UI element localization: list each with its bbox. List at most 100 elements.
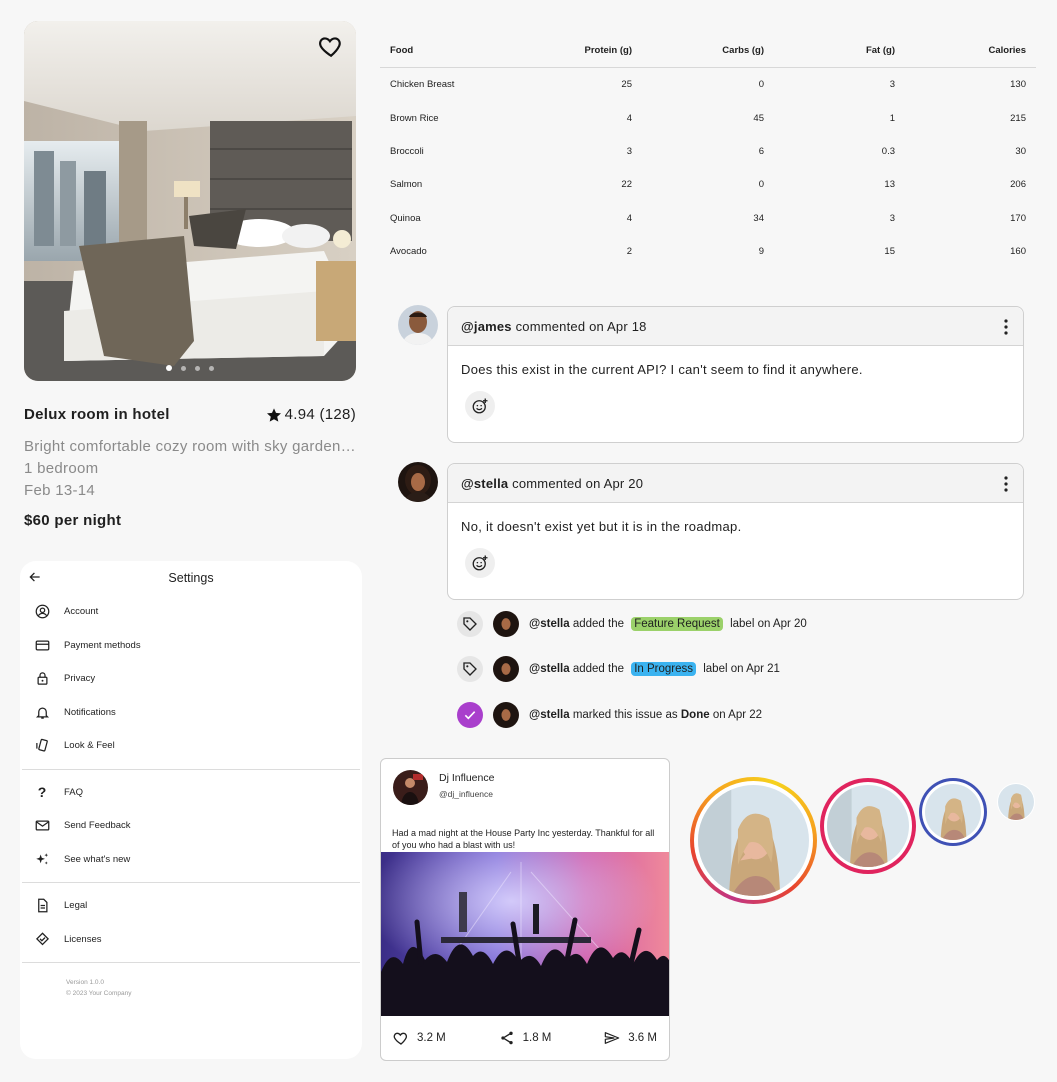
post-author-name[interactable]: Dj Influence xyxy=(439,772,494,784)
column-header[interactable]: Carbs (g) xyxy=(642,45,774,56)
settings-item-legal[interactable]: Legal xyxy=(20,889,362,923)
settings-item-notifications[interactable]: Notifications xyxy=(20,696,362,730)
timeline-event: @stella marked this issue as Done on Apr… xyxy=(457,702,762,728)
hotel-photo[interactable] xyxy=(24,21,356,381)
column-header[interactable]: Protein (g) xyxy=(518,45,642,56)
avatar[interactable] xyxy=(398,305,438,345)
settings-item-licenses[interactable]: Licenses xyxy=(20,923,362,957)
page-dot[interactable] xyxy=(195,365,200,371)
like-button[interactable]: 3.2 M xyxy=(393,1030,446,1046)
document-icon xyxy=(37,898,47,913)
comment-card: @james commented on Apr 18 Does this exi… xyxy=(447,306,1024,443)
add-reaction-button[interactable] xyxy=(465,548,495,578)
settings-item-feedback[interactable]: Send Feedback xyxy=(20,809,362,843)
settings-item-label: FAQ xyxy=(64,786,84,798)
settings-item-look-feel[interactable]: Look & Feel xyxy=(20,729,362,763)
story-avatar-small[interactable] xyxy=(919,778,987,846)
table-cell: 45 xyxy=(753,112,764,124)
table-cell: 3 xyxy=(889,79,895,91)
event-user[interactable]: @stella xyxy=(529,663,570,675)
phone-rotate-icon xyxy=(35,739,48,752)
table-cell: 0 xyxy=(758,79,764,91)
label-chip[interactable]: Feature Request xyxy=(631,617,723,631)
lock-icon xyxy=(37,672,47,685)
avatar[interactable] xyxy=(493,656,519,682)
post-author-handle[interactable]: @dj_influence xyxy=(439,789,494,799)
more-vert-icon[interactable] xyxy=(1003,476,1009,492)
event-icon-badge xyxy=(457,656,483,682)
table-row: Broccoli 3 6 0.3 30 xyxy=(380,135,1036,168)
table-cell: 1 xyxy=(889,112,895,124)
nutrition-table: Food Protein (g) Carbs (g) Fat (g) Calor… xyxy=(380,34,1036,268)
page-dot[interactable] xyxy=(181,365,186,371)
send-button[interactable]: 3.6 M xyxy=(604,1030,657,1046)
settings-item-label: Send Feedback xyxy=(64,820,131,832)
event-status: Done xyxy=(680,709,710,721)
photo-pagination[interactable] xyxy=(24,365,356,371)
send-icon xyxy=(604,1032,620,1044)
settings-item-payment[interactable]: Payment methods xyxy=(20,629,362,663)
back-arrow-icon[interactable] xyxy=(28,570,42,584)
hotel-card[interactable]: Delux room in hotel 4.94 (128) Bright co… xyxy=(24,21,356,529)
more-vert-icon[interactable] xyxy=(1003,319,1009,335)
table-cell: 15 xyxy=(884,246,895,258)
column-header[interactable]: Fat (g) xyxy=(774,45,905,56)
tag-icon xyxy=(463,662,477,676)
story-avatar-large[interactable] xyxy=(690,777,817,904)
event-user[interactable]: @stella xyxy=(529,709,570,721)
event-time: label on Apr 20 xyxy=(730,618,807,630)
comment-body: No, it doesn't exist yet but it is in th… xyxy=(461,519,742,534)
post-text: Had a mad night at the House Party Inc y… xyxy=(392,828,655,850)
comment-author[interactable]: @james xyxy=(461,319,512,334)
concert-crowd-image[interactable] xyxy=(381,852,670,1016)
column-header[interactable]: Calories xyxy=(905,45,1036,56)
question-mark-icon: ? xyxy=(37,784,47,801)
copyright-text: © 2023 Your Company xyxy=(66,990,132,997)
table-cell: 9 xyxy=(758,246,764,258)
page-dot[interactable] xyxy=(209,365,214,371)
table-header-row: Food Protein (g) Carbs (g) Fat (g) Calor… xyxy=(380,34,1036,68)
table-cell: Avocado xyxy=(390,246,427,258)
settings-item-label: Legal xyxy=(64,900,88,912)
add-reaction-icon xyxy=(472,555,488,571)
share-count: 1.8 M xyxy=(522,1032,552,1044)
table-cell: 0.3 xyxy=(881,145,895,157)
hotel-description: Bright comfortable cozy room with sky ga… xyxy=(24,438,356,455)
avatar[interactable] xyxy=(493,611,519,637)
settings-panel: Settings Account Payment methods Privacy… xyxy=(20,561,362,1059)
story-person-image xyxy=(698,785,809,896)
rating-value: 4.94 (128) xyxy=(284,406,356,423)
table-cell: 22 xyxy=(621,179,632,191)
settings-item-faq[interactable]: ? FAQ xyxy=(20,776,362,810)
social-post-card: Dj Influence @dj_influence Had a mad nig… xyxy=(380,758,670,1061)
event-user[interactable]: @stella xyxy=(529,618,570,630)
table-cell: 130 xyxy=(1010,79,1026,91)
comment-author[interactable]: @stella xyxy=(461,476,508,491)
check-circle-icon xyxy=(464,711,476,720)
license-badge-icon xyxy=(35,932,49,946)
favorite-heart-icon[interactable] xyxy=(318,33,344,59)
settings-item-privacy[interactable]: Privacy xyxy=(20,662,362,696)
table-cell: 30 xyxy=(1015,145,1026,157)
avatar[interactable] xyxy=(398,462,438,502)
avatar[interactable] xyxy=(493,702,519,728)
avatar[interactable] xyxy=(393,770,428,805)
page-dot[interactable] xyxy=(166,365,172,371)
share-button[interactable]: 1.8 M xyxy=(499,1030,552,1046)
event-action: marked this issue as xyxy=(572,709,678,721)
table-cell: 4 xyxy=(626,212,632,224)
story-avatar-medium[interactable] xyxy=(820,778,916,874)
add-reaction-button[interactable] xyxy=(465,391,495,421)
divider xyxy=(22,962,360,963)
label-chip[interactable]: In Progress xyxy=(631,662,697,676)
settings-item-whats-new[interactable]: See what's new xyxy=(20,843,362,877)
hotel-dates: Feb 13-14 xyxy=(24,482,96,499)
story-avatar-tiny[interactable] xyxy=(997,783,1035,821)
column-header[interactable]: Food xyxy=(380,45,518,56)
settings-item-account[interactable]: Account xyxy=(20,595,362,629)
divider xyxy=(22,882,360,883)
table-cell: 4 xyxy=(626,112,632,124)
comment-body: Does this exist in the current API? I ca… xyxy=(461,362,863,377)
event-action: added the xyxy=(572,618,624,630)
table-row: Salmon 22 0 13 206 xyxy=(380,168,1036,201)
